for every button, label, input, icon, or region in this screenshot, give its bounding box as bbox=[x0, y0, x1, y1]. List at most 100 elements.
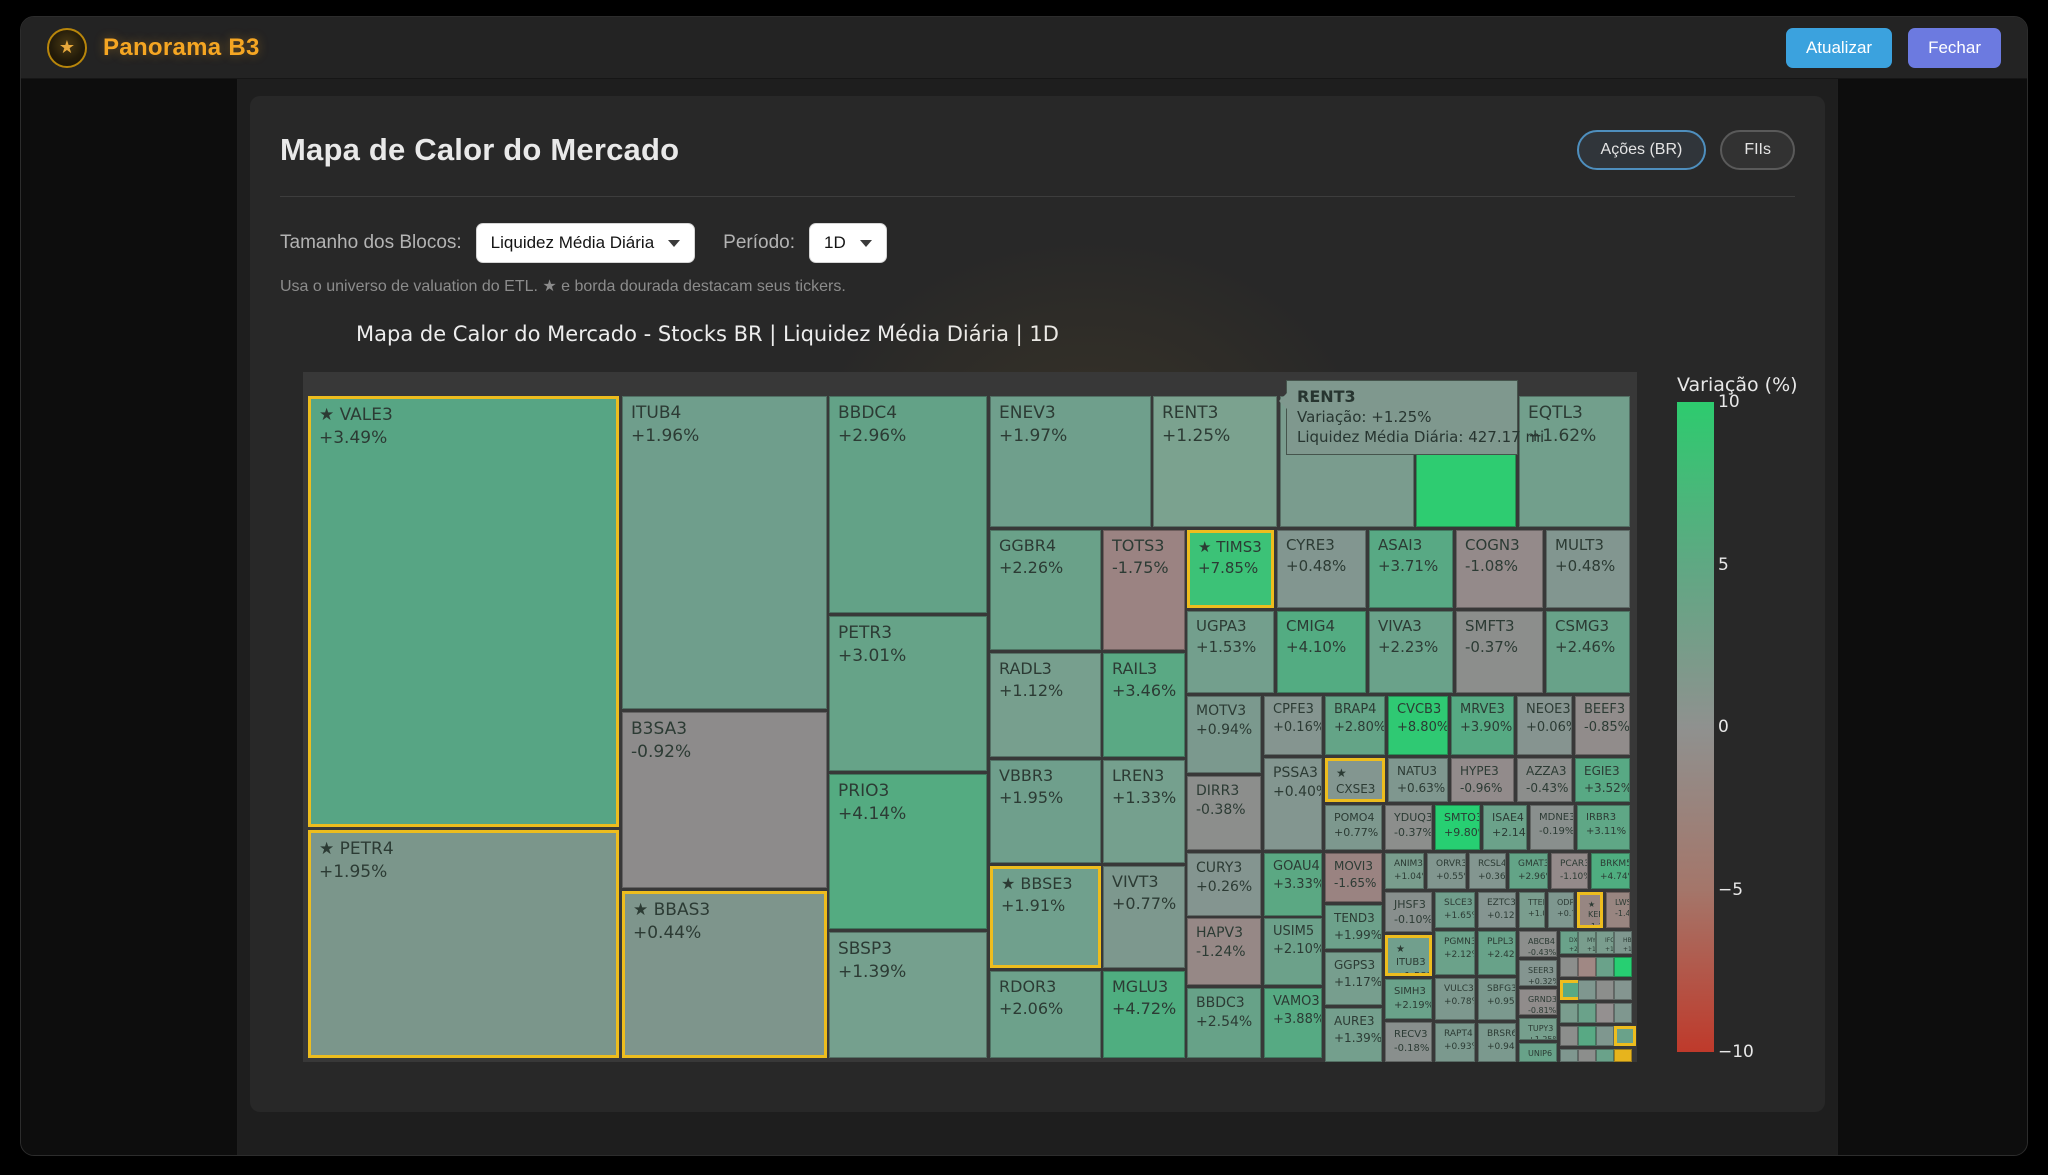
treemap-cell-mypk3[interactable]: MYPK3+1.94% bbox=[1578, 931, 1596, 954]
treemap-cell-ggps3[interactable]: GGPS3+1.17% bbox=[1325, 952, 1382, 1005]
treemap-cell-irbr3[interactable]: IRBR3+3.11% bbox=[1577, 805, 1630, 850]
treemap-cell-isae4[interactable]: ISAE4+2.14% bbox=[1483, 805, 1527, 850]
treemap-cell-gmat3[interactable]: GMAT3+2.96% bbox=[1509, 853, 1548, 889]
treemap-cell[interactable] bbox=[1614, 980, 1632, 1000]
treemap-cell[interactable] bbox=[1560, 957, 1578, 977]
tab-acoes-br[interactable]: Ações (BR) bbox=[1577, 130, 1707, 170]
treemap-cell-slce3[interactable]: SLCE3+1.65% bbox=[1435, 892, 1475, 928]
treemap-cell-tupy3[interactable]: TUPY3+1.25% bbox=[1519, 1018, 1557, 1040]
treemap-cell[interactable] bbox=[1614, 1049, 1632, 1062]
treemap-cell-vbbr3[interactable]: VBBR3+1.95% bbox=[990, 760, 1101, 863]
treemap-cell-cvcb3[interactable]: CVCB3+8.80% bbox=[1388, 696, 1448, 755]
treemap-cell[interactable] bbox=[1614, 957, 1632, 977]
treemap-cell-vamo3[interactable]: VAMO3+3.88% bbox=[1264, 988, 1322, 1058]
treemap-cell-enev3[interactable]: ENEV3+1.97% bbox=[990, 396, 1151, 527]
treemap-cell-abcb4[interactable]: ABCB4-0.43% bbox=[1519, 931, 1557, 957]
treemap-cell-tots3[interactable]: TOTS3-1.75% bbox=[1103, 530, 1185, 650]
treemap-cell-odpv3[interactable]: ODPV3+0.76% bbox=[1548, 892, 1574, 928]
treemap-cell-rent3[interactable]: RENT3+1.25% bbox=[1153, 396, 1277, 527]
treemap-cell[interactable] bbox=[1596, 1026, 1614, 1046]
treemap-cell-ggbr4[interactable]: GGBR4+2.26% bbox=[990, 530, 1101, 650]
treemap-cell-jhsf3[interactable]: JHSF3-0.10% bbox=[1385, 892, 1432, 932]
treemap-cell-beef3[interactable]: BEEF3-0.85% bbox=[1575, 696, 1630, 755]
treemap-cell-vale3[interactable]: ★ VALE3+3.49% bbox=[308, 396, 619, 827]
treemap-cell[interactable] bbox=[1578, 980, 1596, 1000]
treemap-cell-smft3[interactable]: SMFT3-0.37% bbox=[1456, 611, 1543, 693]
treemap-cell-rdor3[interactable]: RDOR3+2.06% bbox=[990, 971, 1101, 1058]
period-select[interactable]: 1D bbox=[809, 223, 887, 263]
treemap-cell-unip6[interactable]: UNIP6+2.49% bbox=[1519, 1043, 1557, 1062]
treemap-cell-tend3[interactable]: TEND3+1.99% bbox=[1325, 905, 1382, 949]
treemap-cell-asai3[interactable]: ASAI3+3.71% bbox=[1369, 530, 1453, 608]
treemap-cell-petr4[interactable]: ★ PETR4+1.95% bbox=[308, 830, 619, 1058]
treemap-cell-petr3[interactable]: PETR3+3.01% bbox=[829, 616, 987, 771]
treemap-cell[interactable] bbox=[1560, 1026, 1578, 1046]
treemap-cell-seer3[interactable]: SEER3+0.32% bbox=[1519, 960, 1557, 986]
treemap-cell-egie3[interactable]: EGIE3+3.52% bbox=[1575, 758, 1630, 802]
treemap-cell-dxco3[interactable]: DXCO3+2.66% bbox=[1560, 931, 1578, 954]
treemap-cell-cury3[interactable]: CURY3+0.26% bbox=[1187, 853, 1261, 916]
treemap-cell-radl3[interactable]: RADL3+1.12% bbox=[990, 653, 1101, 757]
treemap-cell-ifcm3[interactable]: IFCM3+1.32% bbox=[1596, 931, 1614, 954]
treemap-cell-viva3[interactable]: VIVA3+2.23% bbox=[1369, 611, 1453, 693]
treemap-cell-rapt4[interactable]: RAPT4+0.93% bbox=[1435, 1023, 1475, 1062]
treemap-cell-aure3[interactable]: AURE3+1.39% bbox=[1325, 1008, 1382, 1062]
treemap-cell-cxse3[interactable]: ★ CXSE3+0.38% bbox=[1325, 758, 1385, 802]
treemap-cell[interactable] bbox=[1596, 1003, 1614, 1023]
treemap-cell-pomo4[interactable]: POMO4+0.77% bbox=[1325, 805, 1382, 850]
treemap-cell-b3sa3[interactable]: B3SA3-0.92% bbox=[622, 712, 827, 888]
treemap-cell-cogn3[interactable]: COGN3-1.08% bbox=[1456, 530, 1543, 608]
treemap-cell-mult3[interactable]: MULT3+0.48% bbox=[1546, 530, 1630, 608]
treemap-cell-tten3[interactable]: TTEN3+1.01% bbox=[1519, 892, 1545, 928]
treemap-cell-neoe3[interactable]: NEOE3+0.06% bbox=[1517, 696, 1572, 755]
treemap-cell-smto3[interactable]: SMTO3+9.80% bbox=[1435, 805, 1480, 850]
treemap-cell-pssa3[interactable]: PSSA3+0.40% bbox=[1264, 758, 1322, 850]
treemap-cell-movi3[interactable]: MOVI3-1.65% bbox=[1325, 853, 1382, 902]
treemap-cell-bbdc4[interactable]: BBDC4+2.96% bbox=[829, 396, 987, 613]
treemap-cell-orvr3[interactable]: ORVR3+0.55% bbox=[1427, 853, 1466, 889]
treemap-cell-hapv3[interactable]: HAPV3-1.24% bbox=[1187, 918, 1261, 985]
treemap-cell-prio3[interactable]: PRIO3+4.14% bbox=[829, 774, 987, 929]
treemap-cell-brap4[interactable]: BRAP4+2.80% bbox=[1325, 696, 1385, 755]
treemap-cell-dirr3[interactable]: DIRR3-0.38% bbox=[1187, 776, 1261, 850]
treemap-cell[interactable] bbox=[1614, 1003, 1632, 1023]
treemap-cell-mglu3[interactable]: MGLU3+4.72% bbox=[1103, 971, 1185, 1058]
treemap-cell-rail3[interactable]: RAIL3+3.46% bbox=[1103, 653, 1185, 757]
close-button[interactable]: Fechar bbox=[1908, 28, 2001, 68]
treemap-cell-cpfe3[interactable]: CPFE3+0.16% bbox=[1264, 696, 1322, 755]
treemap-cell-cmig4[interactable]: CMIG4+4.10% bbox=[1277, 611, 1366, 693]
treemap-cell-itub3[interactable]: ★ ITUB3+1.58% bbox=[1385, 935, 1432, 976]
treemap-cell-cyre3[interactable]: CYRE3+0.48% bbox=[1277, 530, 1366, 608]
treemap-cell-hype3[interactable]: HYPE3-0.96% bbox=[1451, 758, 1514, 802]
treemap-cell-natu3[interactable]: NATU3+0.63% bbox=[1388, 758, 1448, 802]
treemap-cell-itub4[interactable]: ITUB4+1.96% bbox=[622, 396, 827, 709]
treemap-cell-hbsa3[interactable]: HBSA3+1.53% bbox=[1614, 931, 1632, 954]
treemap-cell-azza3[interactable]: AZZA3-0.43% bbox=[1517, 758, 1572, 802]
treemap-cell-csmg3[interactable]: CSMG3+2.46% bbox=[1546, 611, 1630, 693]
treemap-cell[interactable] bbox=[1560, 1003, 1578, 1023]
treemap-cell[interactable] bbox=[1578, 1003, 1596, 1023]
treemap-cell-lwsa3[interactable]: LWSA3-1.44% bbox=[1606, 892, 1630, 928]
treemap-cell-motv3[interactable]: MOTV3+0.94% bbox=[1187, 696, 1261, 773]
treemap-cell-usim5[interactable]: USIM5+2.10% bbox=[1264, 918, 1322, 985]
treemap-cell-mrve3[interactable]: MRVE3+3.90% bbox=[1451, 696, 1514, 755]
treemap-cell-kepl3[interactable]: ★ KEPL3-1.37% bbox=[1577, 892, 1603, 928]
treemap-cell-sbfg3[interactable]: SBFG3+0.95% bbox=[1478, 978, 1516, 1020]
treemap-cell[interactable] bbox=[1596, 1049, 1614, 1062]
treemap-cell[interactable] bbox=[1596, 957, 1614, 977]
treemap-cell-rcsl4[interactable]: RCSL4+0.36% bbox=[1469, 853, 1506, 889]
treemap-cell-grnd3[interactable]: GRND3-0.81% bbox=[1519, 989, 1557, 1015]
treemap-cell-vulc3[interactable]: VULC3+0.78% bbox=[1435, 978, 1475, 1020]
treemap-cell-brkm5[interactable]: BRKM5+4.74% bbox=[1591, 853, 1630, 889]
treemap-cell-sbsp3[interactable]: SBSP3+1.39% bbox=[829, 932, 987, 1058]
treemap-cell-anim3[interactable]: ANIM3+1.04% bbox=[1385, 853, 1424, 889]
treemap-cell[interactable] bbox=[1578, 1049, 1596, 1062]
treemap-cell-pcar3[interactable]: PCAR3-1.10% bbox=[1551, 853, 1588, 889]
treemap-cell-goau4[interactable]: GOAU4+3.33% bbox=[1264, 853, 1322, 916]
treemap-cell-pgmn3[interactable]: PGMN3+2.12% bbox=[1435, 931, 1475, 975]
treemap-cell-yduq3[interactable]: YDUQ3-0.37% bbox=[1385, 805, 1432, 850]
treemap-cell-simh3[interactable]: SIMH3+2.19% bbox=[1385, 979, 1432, 1019]
treemap-cell-bbdc3[interactable]: BBDC3+2.54% bbox=[1187, 988, 1261, 1058]
treemap-cell-brsr6[interactable]: BRSR6+0.94% bbox=[1478, 1023, 1516, 1062]
treemap-cell-ugpa3[interactable]: UGPA3+1.53% bbox=[1187, 611, 1274, 693]
